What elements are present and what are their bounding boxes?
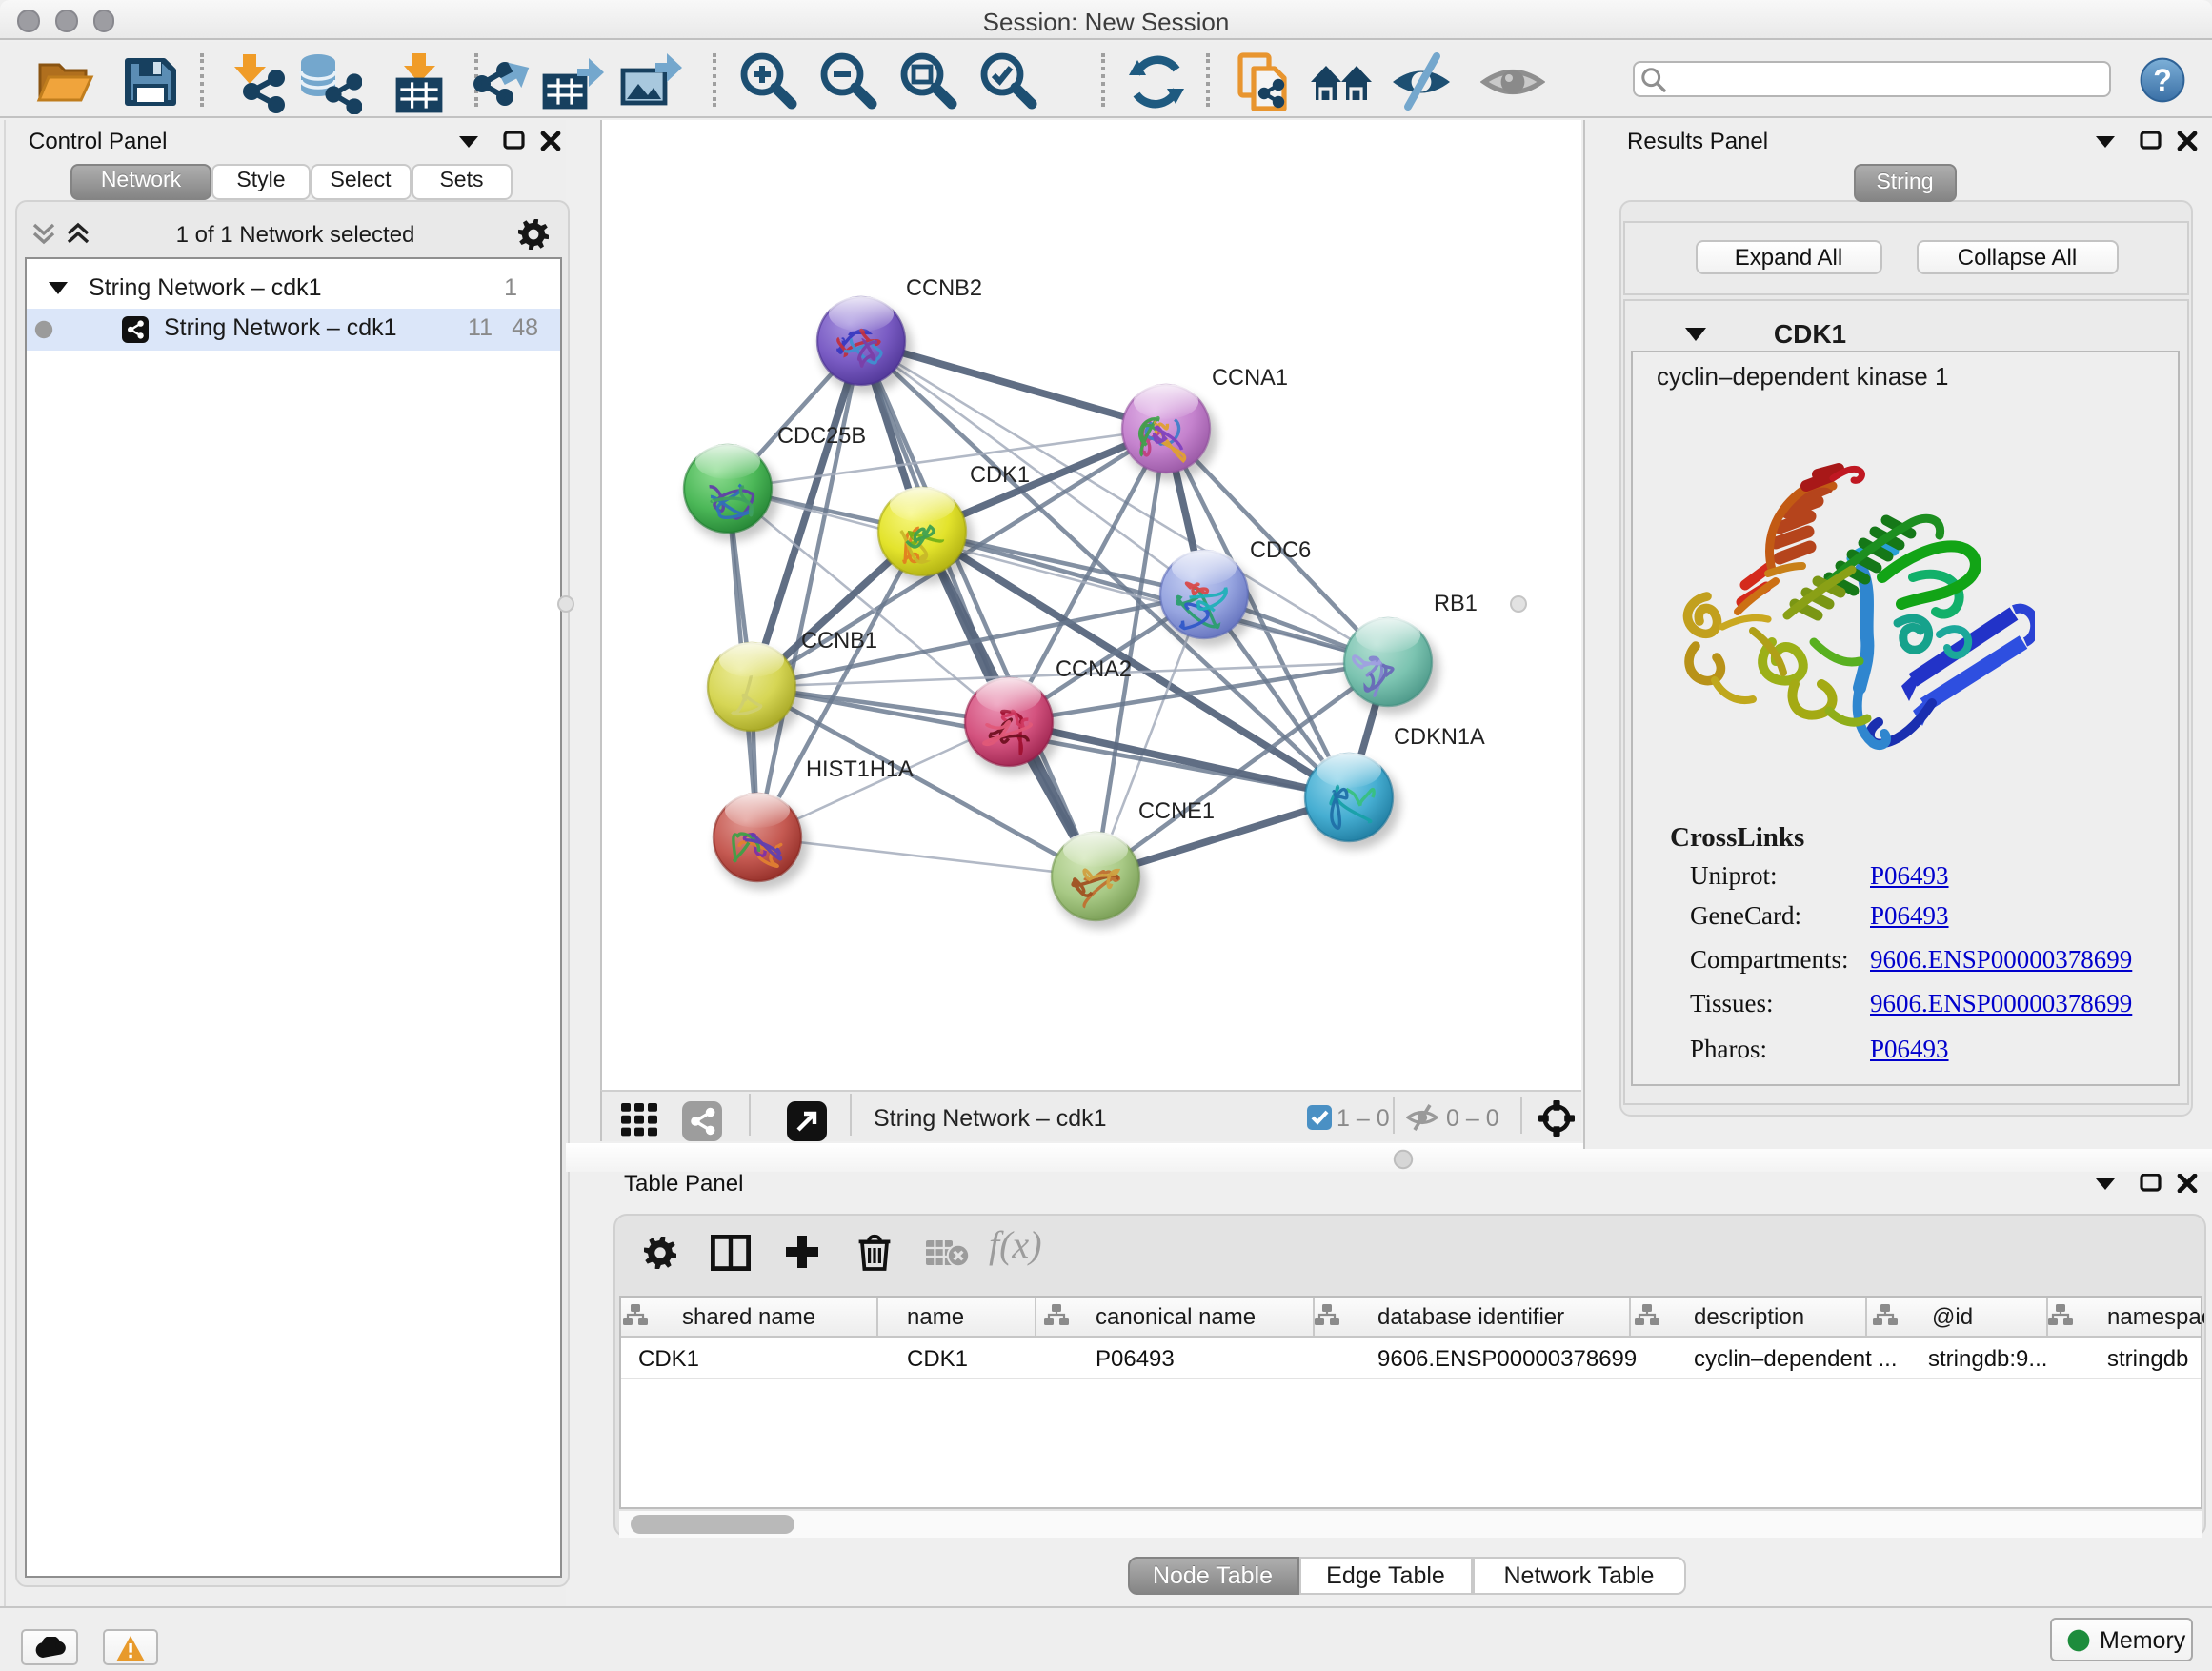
- svg-text:CCNA1: CCNA1: [1211, 365, 1287, 390]
- svg-text:CDC25B: CDC25B: [776, 423, 865, 448]
- svg-text:CDKN1A: CDKN1A: [1393, 724, 1484, 749]
- svg-text:RB1: RB1: [1433, 591, 1477, 615]
- svg-text:CDC6: CDC6: [1249, 537, 1310, 562]
- svg-text:CCNA2: CCNA2: [1055, 656, 1131, 681]
- svg-text:CCNE1: CCNE1: [1137, 798, 1214, 823]
- svg-text:CCNB1: CCNB1: [800, 628, 876, 653]
- svg-text:HIST1H1A: HIST1H1A: [805, 756, 913, 781]
- svg-text:?: ?: [2153, 63, 2172, 97]
- svg-text:CDK1: CDK1: [969, 462, 1029, 487]
- svg-text:CCNB2: CCNB2: [905, 275, 981, 300]
